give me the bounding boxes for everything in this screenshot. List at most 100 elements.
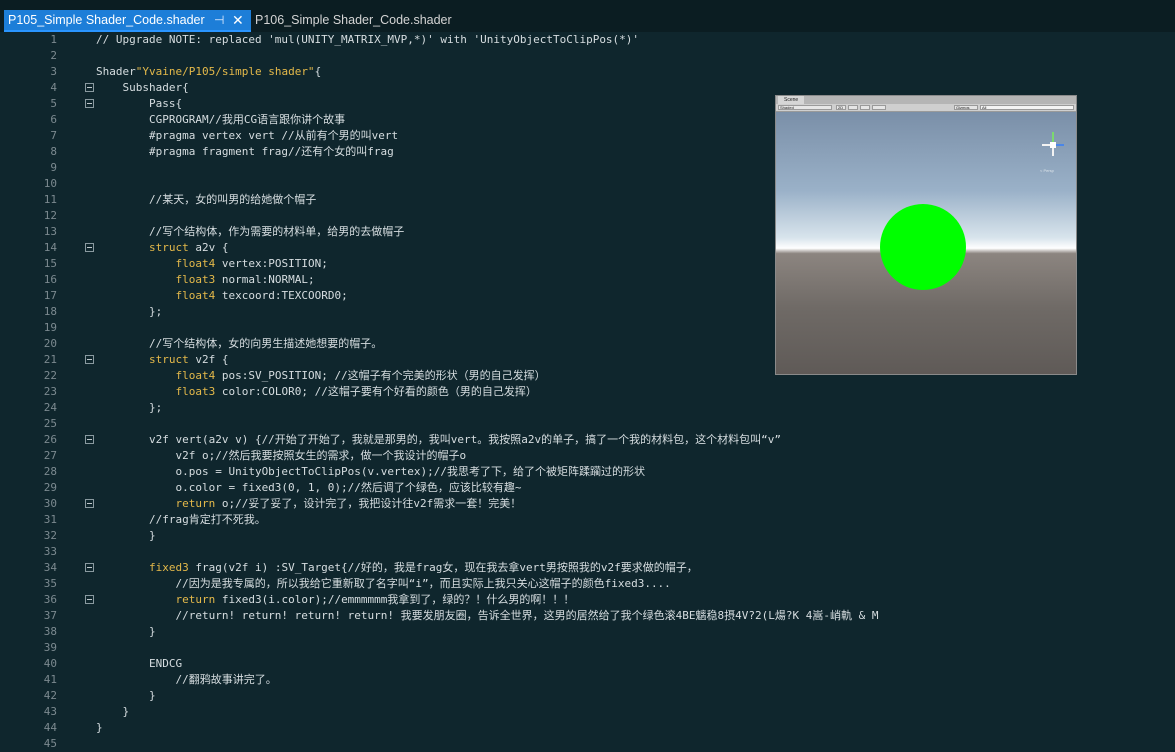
line-number: 18 [43,305,57,318]
line-number: 3 [50,65,57,78]
fold-toggle-icon[interactable] [85,243,94,252]
code-line[interactable]: 33 [0,544,1175,560]
code-text: o.color = fixed3(0, 1, 0);//然后调了个绿色，应该比较… [96,481,522,494]
line-number: 8 [50,145,57,158]
tab-p106[interactable]: P106_Simple Shader_Code.shader [251,10,511,32]
line-number: 4 [50,81,57,94]
fold-toggle-icon[interactable] [85,563,94,572]
fold-toggle-icon[interactable] [85,435,94,444]
code-line[interactable]: 34 fixed3 frag(v2f i) :SV_Target{//好的，我是… [0,560,1175,576]
scene-viewport[interactable]: < Persp [776,112,1076,374]
code-line[interactable]: 24 }; [0,400,1175,416]
code-text: o.pos = UnityObjectToClipPos(v.vertex);/… [96,465,645,478]
code-text: struct a2v { [148,241,229,254]
tab-label: P106_Simple Shader_Code.shader [255,13,452,27]
code-text: Shader"Yvaine/P105/simple shader"{ [96,65,322,78]
code-line[interactable]: 38 } [0,624,1175,640]
code-text: //写个结构体，女的向男生描述她想要的帽子。 [96,337,383,350]
code-text: return o;//妥了妥了，设计完了，我把设计往v2f需求一套！完美！ [175,497,522,510]
code-line[interactable]: 27 v2f o;//然后我要按照女生的需求，做一个我设计的帽子o [0,448,1175,464]
code-line[interactable]: 1 // Upgrade NOTE: replaced 'mul(UNITY_MA… [0,32,1175,48]
code-text: float4 texcoord:TEXCOORD0; [175,289,348,302]
fold-toggle-icon[interactable] [85,83,94,92]
line-number: 10 [43,177,57,190]
pin-icon[interactable]: ⊣ [214,13,224,27]
code-line[interactable]: 4 Subshader{ [0,80,1175,96]
line-number: 7 [50,129,57,142]
code-line[interactable]: 41 //翻鸦故事讲完了。 [0,672,1175,688]
code-line[interactable]: 23 float3 color:COLOR0; //这帽子要有个好看的颜色（男的… [0,384,1175,400]
fold-toggle-icon[interactable] [85,99,94,108]
persp-label[interactable]: < Persp [1040,168,1054,173]
line-number: 26 [43,433,57,446]
code-line[interactable]: 37 //return! return! return! return! 我要发… [0,608,1175,624]
close-icon[interactable]: ✕ [232,12,244,29]
code-line[interactable]: 31 //frag肯定打不死我。 [0,512,1175,528]
code-text: //frag肯定打不死我。 [96,513,266,526]
code-line[interactable]: 35 //因为是我专属的，所以我给它重新取了名字叫“i”，而且实际上我只关心这帽… [0,576,1175,592]
audio-toggle-icon[interactable] [860,105,870,110]
line-number: 21 [43,353,57,366]
code-text: float4 vertex:POSITION; [175,257,328,270]
line-number: 24 [43,401,57,414]
line-number: 38 [43,625,57,638]
code-text: } [96,689,156,702]
scene-tab[interactable]: Scene [778,96,805,104]
code-line[interactable]: 39 [0,640,1175,656]
line-number: 6 [50,113,57,126]
line-number: 29 [43,481,57,494]
line-number: 22 [43,369,57,382]
code-text: } [96,529,156,542]
code-line[interactable]: 44} [0,720,1175,736]
effects-toggle-icon[interactable] [872,105,886,110]
code-line[interactable]: 42 } [0,688,1175,704]
line-number: 9 [50,161,57,174]
scene-search-input[interactable]: All [980,105,1074,110]
line-number: 25 [43,417,57,430]
line-number: 31 [43,513,57,526]
line-number: 44 [43,721,57,734]
line-number: 23 [43,385,57,398]
2d-toggle[interactable]: 2D [836,105,846,110]
code-text: //因为是我专属的，所以我给它重新取了名字叫“i”，而且实际上我只关心这帽子的颜… [96,577,671,590]
line-number: 36 [43,593,57,606]
orientation-gizmo-icon[interactable] [1040,132,1066,158]
scene-toolbar: Shaded 2D Gizmos All [776,104,1076,112]
code-text: //return! return! return! return! 我要发朋友圈… [96,609,879,622]
scene-tab-bar: Scene [776,96,1076,104]
shading-mode-dropdown[interactable]: Shaded [778,105,832,110]
code-line[interactable]: 43 } [0,704,1175,720]
line-number: 14 [43,241,57,254]
line-number: 15 [43,257,57,270]
code-line[interactable]: 36 return fixed3(i.color);//emmmmmm我拿到了，… [0,592,1175,608]
code-line[interactable]: 32 } [0,528,1175,544]
green-sphere[interactable] [880,204,966,290]
code-line[interactable]: 28 o.pos = UnityObjectToClipPos(v.vertex… [0,464,1175,480]
code-text: } [96,721,103,734]
code-line[interactable]: 26 v2f vert(a2v v) {//开始了开始了，我就是那男的，我叫ve… [0,432,1175,448]
tab-label: P105_Simple Shader_Code.shader [8,13,205,27]
lighting-toggle-icon[interactable] [848,105,858,110]
line-number: 16 [43,273,57,286]
line-number: 5 [50,97,57,110]
code-text: CGPROGRAM//我用CG语言跟你讲个故事 [96,113,346,126]
tab-p105[interactable]: P105_Simple Shader_Code.shader ⊣ ✕ [4,10,251,32]
line-number: 13 [43,225,57,238]
code-text: fixed3 frag(v2f i) :SV_Target{//好的，我是fra… [148,561,698,574]
code-line[interactable]: 25 [0,416,1175,432]
code-line[interactable]: 40 ENDCG [0,656,1175,672]
tab-bar: P105_Simple Shader_Code.shader ⊣ ✕ P106_… [0,0,1175,32]
fold-toggle-icon[interactable] [85,355,94,364]
code-line[interactable]: 30 return o;//妥了妥了，设计完了，我把设计往v2f需求一套！完美！ [0,496,1175,512]
line-number: 2 [50,49,57,62]
code-text: } [96,625,156,638]
line-number: 35 [43,577,57,590]
scene-preview-window: Scene Shaded 2D Gizmos All < Persp [775,95,1077,375]
fold-toggle-icon[interactable] [85,499,94,508]
code-line[interactable]: 3 Shader"Yvaine/P105/simple shader"{ [0,64,1175,80]
code-line[interactable]: 29 o.color = fixed3(0, 1, 0);//然后调了个绿色，应… [0,480,1175,496]
fold-toggle-icon[interactable] [85,595,94,604]
code-line[interactable]: 2 [0,48,1175,64]
gizmos-dropdown[interactable]: Gizmos [954,105,978,110]
line-number: 27 [43,449,57,462]
